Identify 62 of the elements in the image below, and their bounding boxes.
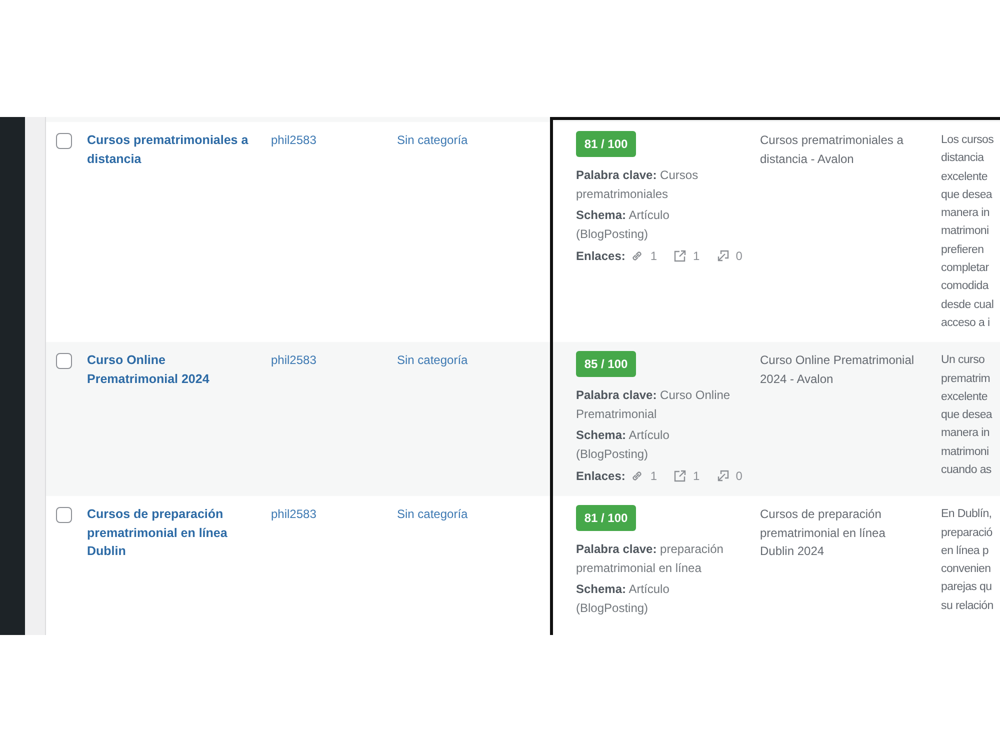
description-line: Los cursos [941, 133, 995, 148]
description-line: prefieren [941, 242, 985, 258]
post-title-link[interactable]: Curso Online Prematrimonial 2024 [87, 351, 253, 388]
link-count: 1 [650, 248, 658, 265]
author-link[interactable]: phil2583 [271, 507, 316, 522]
seo-title-text: Curso Online Prematrimonial 2024 - Avalon [760, 353, 914, 386]
link-count: 1 [693, 248, 700, 265]
link-count: 0 [736, 248, 742, 265]
link-icon [631, 250, 644, 262]
inbound-link-icon [716, 470, 729, 482]
category-link[interactable]: Sin categoría [397, 133, 468, 147]
description-line: Un curso [941, 353, 986, 368]
row-checkbox[interactable] [56, 353, 72, 370]
description-line: En Dublín, [941, 507, 993, 522]
seo-score-badge: 85 / 100 [576, 351, 636, 378]
links-label: Enlaces: [576, 248, 626, 265]
links-label: Enlaces: [576, 468, 626, 486]
seo-title-text: Cursos prematrimoniales a distancia - Avalon [760, 133, 904, 166]
schema-text: Schema: Artículo (BlogPosting) [576, 207, 670, 242]
description-line: parejas qu [941, 580, 993, 596]
row-checkbox[interactable] [56, 133, 72, 149]
schema-text: Schema: Artículo (BlogPosting) [576, 427, 670, 463]
description-line: su relación [941, 598, 994, 614]
link-count: 0 [736, 468, 742, 486]
description-line: prematrim [941, 372, 992, 387]
seo-score-badge: 81 / 100 [576, 505, 636, 532]
inbound-link-icon [716, 250, 729, 262]
description-line: que desea [941, 408, 994, 424]
focus-keyword-text: Palabra clave: preparación prematrimonial en línea [576, 541, 724, 577]
external-link-icon [674, 250, 686, 262]
seo-score-badge: 81 / 100 [576, 131, 636, 157]
author-link[interactable]: phil2583 [271, 353, 316, 368]
description-line: que desea [941, 188, 994, 203]
description-line: completar [941, 261, 990, 276]
external-link-icon [674, 470, 686, 482]
focus-keyword-text: Palabra clave: Cursos prematrimoniales [576, 167, 700, 202]
row-checkbox[interactable] [56, 507, 72, 524]
link-count: 1 [693, 468, 700, 486]
description-line: distancia [941, 151, 985, 166]
post-title-link[interactable]: Cursos prematrimoniales a distancia [87, 131, 253, 168]
description-line: excelente [941, 390, 989, 405]
link-count: 1 [650, 468, 658, 486]
description-line: manera in [941, 426, 990, 442]
schema-text: Schema: Artículo (BlogPosting) [576, 581, 670, 617]
author-link[interactable]: phil2583 [271, 133, 316, 147]
description-line: cuando as [941, 463, 992, 478]
link-icon [631, 470, 644, 482]
description-line: matrimoni [941, 224, 990, 240]
category-link[interactable]: Sin categoría [397, 507, 468, 522]
description-line: acceso a i [941, 316, 991, 331]
description-line: preparació [941, 526, 994, 541]
description-line: matrimoni [941, 444, 990, 460]
description-line: en línea p [941, 544, 990, 559]
description-line: convenien [941, 562, 992, 578]
description-line: manera in [941, 206, 990, 222]
description-line: excelente [941, 170, 989, 185]
seo-title-text: Cursos de preparación prematrimonial en línea Dublin 2024 [760, 507, 886, 558]
post-title-link[interactable]: Cursos de preparación prematrimonial en línea Dublin [87, 505, 253, 561]
description-line: desde cual [941, 298, 995, 313]
focus-keyword-text: Palabra clave: Curso Online Prematrimonial [576, 387, 732, 423]
category-link[interactable]: Sin categoría [397, 353, 468, 368]
description-line: comodida [941, 279, 990, 294]
